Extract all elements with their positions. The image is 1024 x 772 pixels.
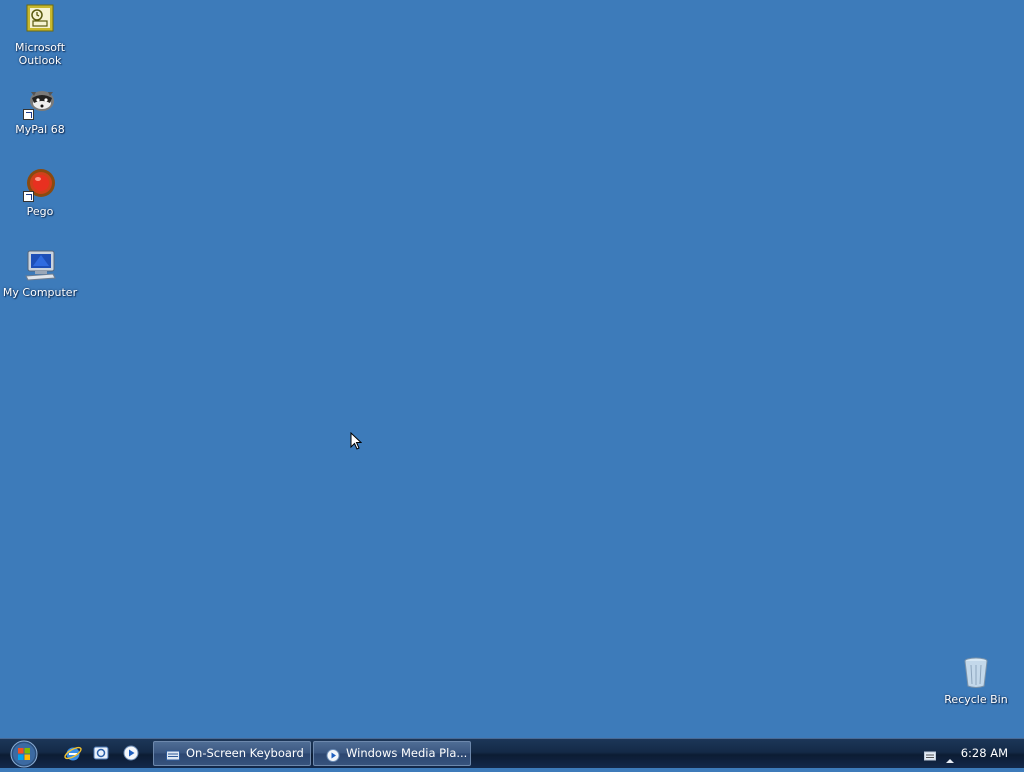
- pego-icon: [23, 168, 57, 202]
- desktop-icon-recycle-bin[interactable]: Recycle Bin: [936, 656, 1016, 706]
- taskbar-button-on-screen-keyboard[interactable]: On-Screen Keyboard: [153, 741, 311, 766]
- recycle-bin-icon: [959, 656, 993, 690]
- desktop[interactable]: Microsoft Outlook MyPal 68 Pego My Compu…: [0, 0, 1024, 738]
- desktop-icon-my-computer[interactable]: My Computer: [0, 249, 80, 299]
- email-icon[interactable]: [92, 744, 110, 762]
- mypal-raccoon-icon: [23, 86, 57, 120]
- desktop-icon-label: MyPal 68: [15, 123, 65, 136]
- keyboard-icon: [166, 747, 180, 761]
- start-button[interactable]: [8, 740, 40, 768]
- outlook-icon: [23, 4, 57, 38]
- desktop-icon-pego[interactable]: Pego: [0, 168, 80, 218]
- desktop-icon-mypal-68[interactable]: MyPal 68: [0, 86, 80, 136]
- system-tray: 6:28 AM: [914, 739, 1024, 768]
- desktop-icon-label: Recycle Bin: [944, 693, 1008, 706]
- desktop-icon-microsoft-outlook[interactable]: Microsoft Outlook: [0, 4, 80, 67]
- mouse-cursor-icon: [350, 431, 363, 450]
- show-hidden-icons-chevron-up-icon[interactable]: [946, 749, 954, 768]
- computer-icon: [23, 249, 57, 283]
- desktop-icon-label: My Computer: [2, 286, 78, 299]
- keyboard-tray-icon[interactable]: [924, 747, 936, 766]
- internet-explorer-icon[interactable]: [64, 744, 82, 762]
- taskbar-button-label: On-Screen Keyboard: [186, 746, 304, 760]
- shortcut-arrow-icon: [23, 109, 34, 120]
- media-player-icon[interactable]: [122, 744, 140, 762]
- taskbar-button-label: Windows Media Pla...: [346, 746, 468, 760]
- clock[interactable]: 6:28 AM: [961, 739, 1008, 768]
- desktop-icon-label: Pego: [26, 205, 54, 218]
- media-player-icon: [326, 747, 340, 762]
- taskbar: On-Screen Keyboard Windows Media Pla... …: [0, 738, 1024, 768]
- shortcut-arrow-icon: [23, 191, 34, 202]
- taskbar-button-windows-media-player[interactable]: Windows Media Pla...: [313, 741, 471, 766]
- desktop-icon-label: Microsoft Outlook: [14, 41, 66, 67]
